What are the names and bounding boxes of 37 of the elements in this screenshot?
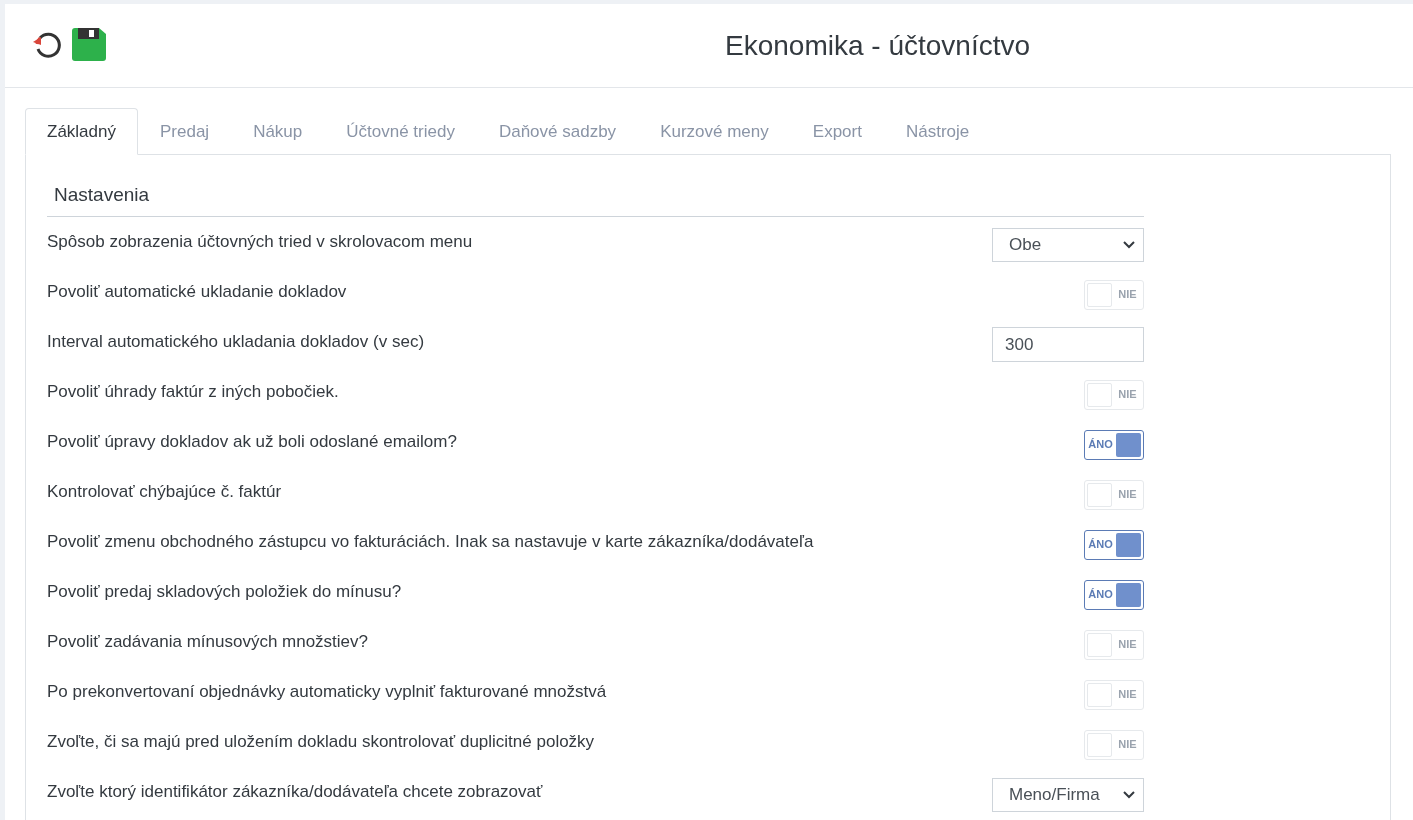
- chevron-down-icon: [1123, 790, 1135, 799]
- tab[interactable]: Nákup: [231, 108, 325, 155]
- input-field[interactable]: 300: [992, 327, 1144, 362]
- setting-label: Kontrolovať chýbajúce č. faktúr: [47, 480, 282, 503]
- toggle-switch[interactable]: NIE: [1084, 679, 1144, 710]
- toggle-switch[interactable]: NIE: [1084, 629, 1144, 660]
- toggle-switch[interactable]: NIE: [1084, 479, 1144, 510]
- save-icon[interactable]: [72, 28, 106, 61]
- setting-label: Zvoľte ktorý identifikátor zákazníka/dodávateľa chcete zobrazovať: [47, 780, 543, 803]
- setting-label: Povoliť predaj skladových položiek do mínusu?: [47, 580, 402, 603]
- setting-label: Povoliť úpravy dokladov ak už boli odoslané emailom?: [47, 430, 457, 453]
- tab[interactable]: Základný: [25, 108, 138, 155]
- setting-label: Povoliť automatické ukladanie dokladov: [47, 280, 347, 303]
- setting-label: Povoliť úhrady faktúr z iných pobočiek.: [47, 380, 339, 403]
- chevron-down-icon: [1123, 240, 1135, 249]
- setting-label: Povoliť zmenu obchodného zástupcu vo fakturáciách. Inak sa nastavuje v karte zákazníka/dodávateľa: [47, 530, 814, 553]
- toggle-switch[interactable]: NIE: [1084, 729, 1144, 760]
- dropdown-select[interactable]: Meno/Firma: [992, 777, 1144, 812]
- tab[interactable]: Predaj: [138, 108, 232, 155]
- tab[interactable]: Nástroje: [883, 108, 992, 155]
- page-title: Ekonomika - účtovníctvo: [725, 28, 1031, 63]
- setting-label: Po prekonvertovaní objednávky automaticky vyplniť fakturované množstvá: [47, 680, 607, 703]
- tab[interactable]: Účtovné triedy: [324, 108, 477, 155]
- tab[interactable]: Daňové sadzby: [476, 108, 639, 155]
- toggle-switch[interactable]: NIE: [1084, 379, 1144, 410]
- setting-label: Zvoľte, či sa majú pred uložením dokladu skontrolovať duplicitné položky: [47, 730, 595, 753]
- setting-label: Povoliť zadávania mínusových množstiev?: [47, 630, 369, 653]
- toggle-switch[interactable]: ÁNO: [1084, 429, 1144, 460]
- setting-label: Interval automatického ukladania dokladov (v sec): [47, 330, 425, 353]
- setting-label: Spôsob zobrazenia účtovných tried v skrolovacom menu: [47, 230, 473, 253]
- tab[interactable]: Kurzové meny: [638, 108, 791, 155]
- section-title: Nastavenia: [47, 181, 1144, 217]
- toggle-switch[interactable]: ÁNO: [1084, 529, 1144, 560]
- toggle-switch[interactable]: NIE: [1084, 279, 1144, 310]
- toggle-switch[interactable]: ÁNO: [1084, 579, 1144, 610]
- tab[interactable]: Export: [790, 108, 884, 155]
- dropdown-select[interactable]: Obe: [992, 227, 1144, 262]
